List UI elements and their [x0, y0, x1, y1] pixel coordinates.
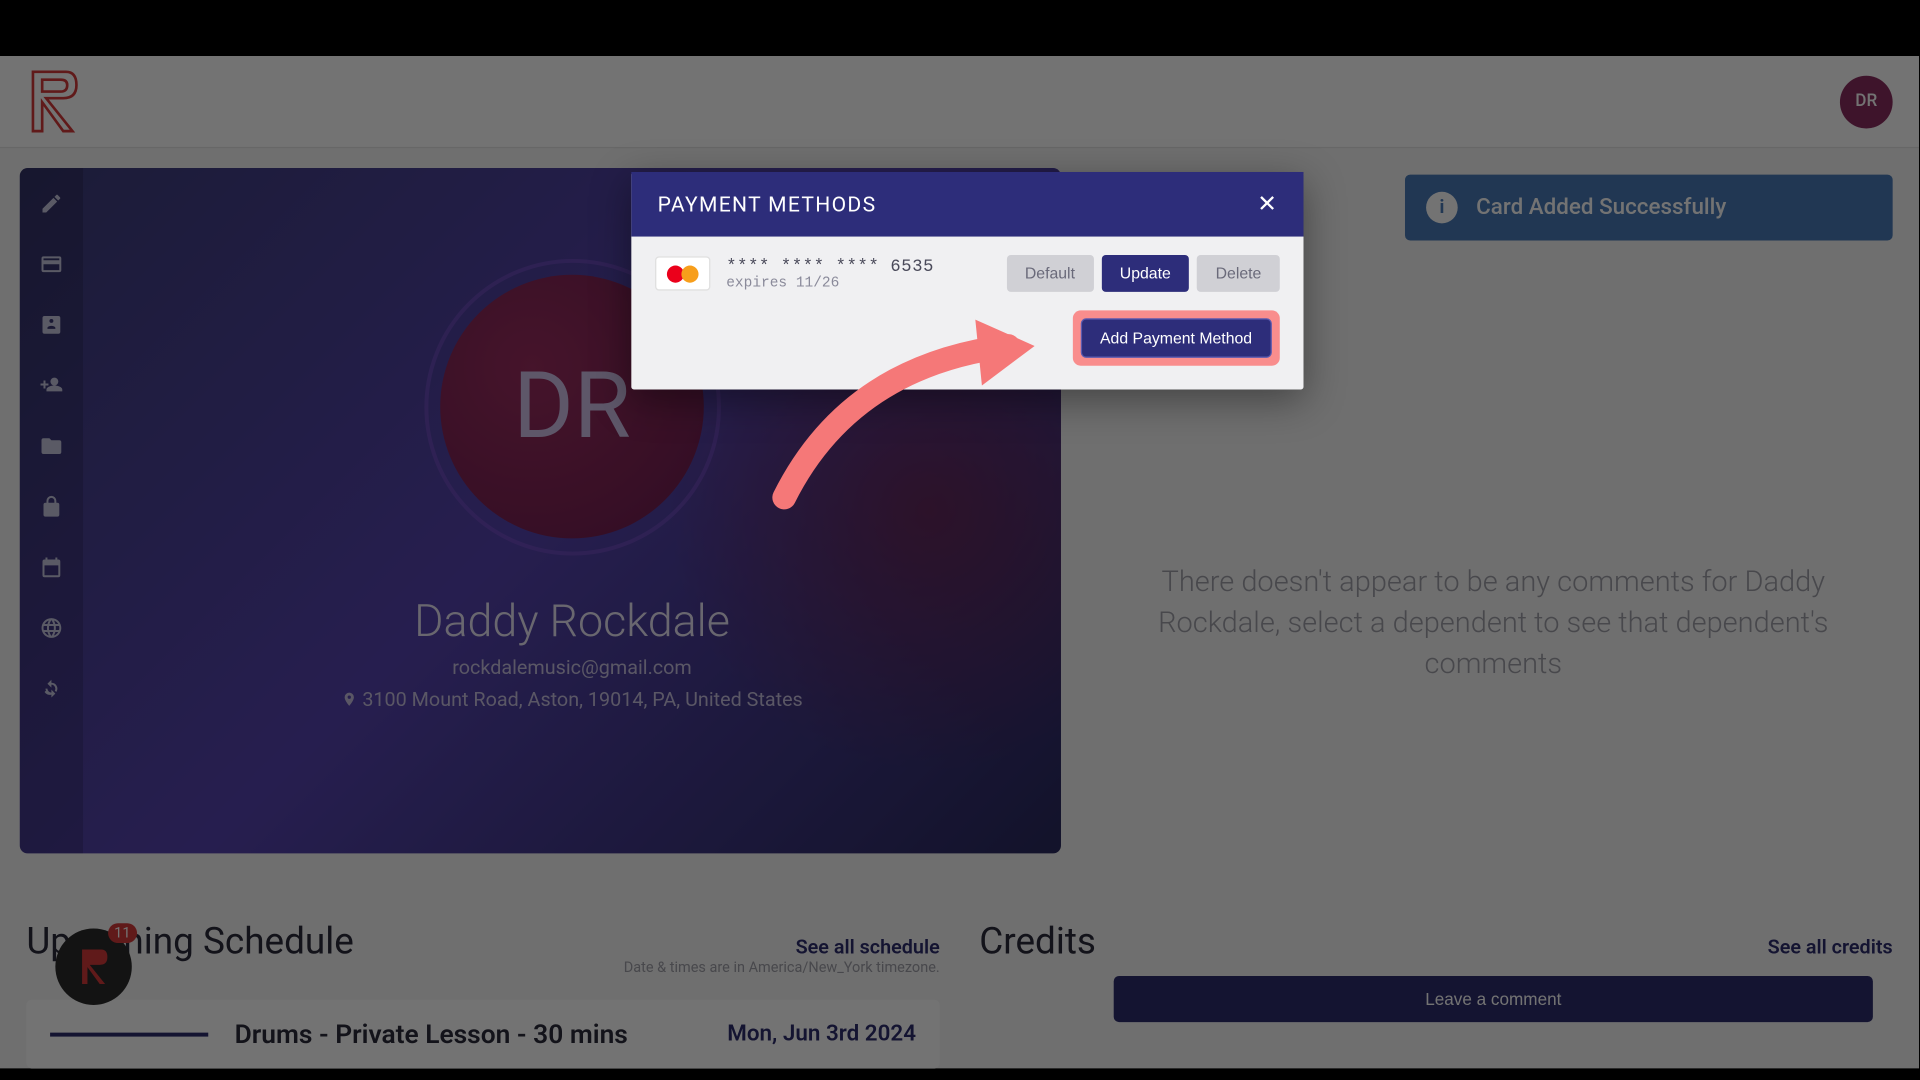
mastercard-icon	[655, 256, 710, 290]
close-icon[interactable]: ✕	[1257, 190, 1277, 218]
payment-methods-modal: PAYMENT METHODS ✕ **** **** **** 6535 ex…	[631, 172, 1303, 389]
modal-header: PAYMENT METHODS ✕	[631, 172, 1303, 237]
card-expires: expires 11/26	[726, 275, 990, 291]
add-payment-method-button[interactable]: Add Payment Method	[1080, 318, 1272, 358]
card-number: **** **** **** 6535	[726, 256, 990, 276]
update-button[interactable]: Update	[1101, 255, 1189, 292]
delete-button[interactable]: Delete	[1197, 255, 1280, 292]
modal-title: PAYMENT METHODS	[658, 192, 877, 217]
card-row: **** **** **** 6535 expires 11/26 Defaul…	[655, 255, 1280, 292]
default-button[interactable]: Default	[1006, 255, 1093, 292]
annotation-highlight: Add Payment Method	[1072, 310, 1279, 365]
